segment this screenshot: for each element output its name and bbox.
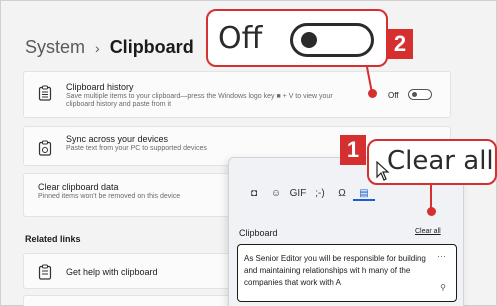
zoomed-off-label: Off xyxy=(218,21,263,56)
clear-data-title: Clear clipboard data xyxy=(38,182,119,192)
clipboard-history-toggle-label: Off xyxy=(388,91,399,100)
clipboard-history-desc: Save multiple items to your clipboard—pr… xyxy=(66,93,333,108)
zoomed-toggle xyxy=(290,23,374,57)
clear-all-button[interactable]: Clear all xyxy=(415,228,441,235)
more-options-icon[interactable]: ··· xyxy=(437,251,446,261)
kaomoji-tab-icon[interactable]: ;-) xyxy=(309,188,331,201)
sync-clipboard-icon xyxy=(38,140,52,156)
emoji-tab-icon[interactable]: ☺ xyxy=(265,188,287,201)
clipboard-item[interactable]: As Senior Editor you will be responsible… xyxy=(237,244,457,302)
breadcrumb-separator: › xyxy=(95,39,100,56)
flyout-tab-row: ◘ ☺ GIF ;-) Ω ▤ xyxy=(243,188,375,201)
toggle-knob xyxy=(412,92,417,97)
emoji-sticker-tab-icon[interactable]: ◘ xyxy=(243,188,265,201)
breadcrumb-parent[interactable]: System xyxy=(25,37,85,58)
zoomed-clear-all-label: Clear all xyxy=(387,146,494,176)
clipboard-history-title: Clipboard history xyxy=(66,82,134,92)
sync-devices-desc: Paste text from your PC to supported dev… xyxy=(66,145,207,152)
step-1-badge: 1 xyxy=(340,135,366,165)
clipboard-icon xyxy=(38,85,52,101)
help-clipboard-title: Get help with clipboard xyxy=(66,267,158,277)
clipboard-tab-icon[interactable]: ▤ xyxy=(353,188,375,201)
callout-dot-top xyxy=(368,89,377,98)
settings-window: System › Clipboard Clipboard history Sav… xyxy=(0,0,497,306)
callout-dot-right xyxy=(427,207,436,216)
help-clipboard-icon xyxy=(38,264,52,280)
gif-tab-icon[interactable]: GIF xyxy=(287,188,309,201)
clipboard-history-card: Clipboard history Save multiple items to… xyxy=(23,71,451,118)
flyout-title: Clipboard xyxy=(239,228,278,238)
clipboard-item-text: As Senior Editor you will be responsible… xyxy=(244,254,426,287)
mouse-cursor-icon xyxy=(376,161,390,181)
pin-icon[interactable]: ⚲ xyxy=(440,283,446,292)
related-links-heading: Related links xyxy=(25,234,81,244)
symbols-tab-icon[interactable]: Ω xyxy=(331,188,353,201)
breadcrumb: System › Clipboard xyxy=(25,37,194,58)
toggle-zoom-callout: Off xyxy=(206,9,388,67)
clipboard-history-toggle[interactable] xyxy=(408,89,432,100)
step-2-badge: 2 xyxy=(387,29,413,59)
page-title: Clipboard xyxy=(109,37,194,57)
sync-devices-title: Sync across your devices xyxy=(66,134,169,144)
zoomed-toggle-knob xyxy=(301,32,317,48)
